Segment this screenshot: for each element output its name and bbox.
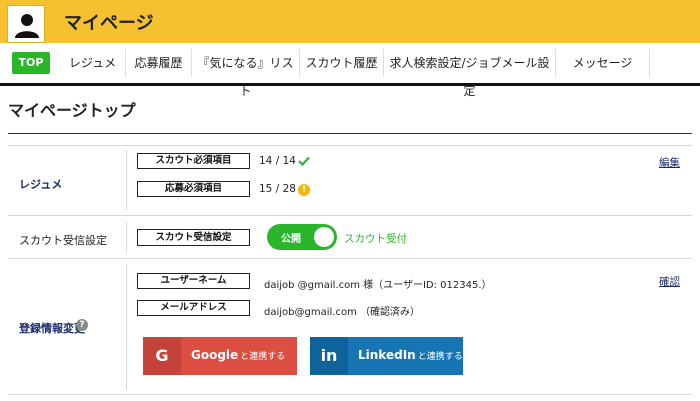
email-tag: メールアドレス — [137, 300, 250, 316]
user-icon — [15, 14, 39, 38]
linkedin-icon: in — [310, 337, 348, 375]
username-tag: ユーザーネーム — [137, 273, 250, 289]
header-title: マイページ — [64, 13, 154, 34]
row-divider — [8, 145, 692, 146]
main-nav: TOP レジュメ 応募履歴 『気になる』リスト スカウト履歴 求人検索設定/ジョ… — [0, 43, 700, 98]
google-icon: G — [143, 337, 181, 375]
column-divider — [126, 150, 127, 210]
scout-visibility-toggle[interactable]: 公開 — [267, 224, 337, 250]
nav-divider — [0, 83, 700, 86]
nav-item-job-search-settings[interactable]: 求人検索設定/ジョブメール設定 — [384, 49, 556, 98]
nav-item-favorites[interactable]: 『気になる』リスト — [192, 49, 300, 98]
scout-setting-row-label: スカウト受信設定 — [19, 234, 107, 247]
resume-row-label: レジュメ — [19, 178, 63, 191]
linkedin-link-button[interactable]: in LinkedIn と連携する — [310, 337, 463, 375]
account-confirm-link[interactable]: 確認 — [659, 274, 680, 289]
row-divider — [8, 215, 692, 216]
nav-item-top[interactable]: TOP — [12, 52, 50, 74]
toggle-label: 公開 — [281, 234, 301, 245]
scout-setting-tag: スカウト受信設定 — [137, 229, 250, 246]
email-value: daijob@gmail.com （確認済み） — [264, 307, 420, 318]
page-header: マイページ — [0, 0, 700, 43]
scout-required-value: 14 / 14 — [259, 155, 296, 167]
avatar — [7, 5, 45, 43]
scout-required-tag: スカウト必須項目 — [137, 153, 250, 169]
username-value: daijob @gmail.com 様（ユーザーID: 012345.） — [264, 280, 492, 291]
linkedin-button-label: LinkedIn と連携する — [358, 348, 463, 362]
resume-edit-link[interactable]: 編集 — [659, 155, 680, 170]
check-icon — [298, 156, 310, 166]
toggle-knob[interactable] — [314, 227, 334, 247]
column-divider — [126, 264, 127, 390]
row-divider — [8, 258, 692, 259]
nav-item-scout-history[interactable]: スカウト履歴 — [300, 49, 384, 77]
row-divider — [8, 394, 692, 395]
apply-required-tag: 応募必須項目 — [137, 181, 250, 197]
nav-item-resume[interactable]: レジュメ — [60, 49, 126, 77]
title-divider — [8, 133, 692, 134]
google-link-button[interactable]: G Google と連携する — [143, 337, 297, 375]
apply-required-value: 15 / 28 — [259, 183, 296, 195]
nav-item-messages[interactable]: メッセージ — [556, 49, 650, 77]
google-button-label: Google と連携する — [191, 348, 286, 362]
help-icon[interactable]: ? — [76, 319, 88, 331]
warning-icon: ! — [298, 184, 310, 196]
scout-status-text: スカウト受付 — [344, 233, 407, 245]
column-divider — [126, 222, 127, 252]
account-row-label: 登録情報変更 — [19, 322, 85, 335]
page-title: マイページトップ — [8, 101, 136, 120]
nav-item-application-history[interactable]: 応募履歴 — [126, 49, 192, 77]
